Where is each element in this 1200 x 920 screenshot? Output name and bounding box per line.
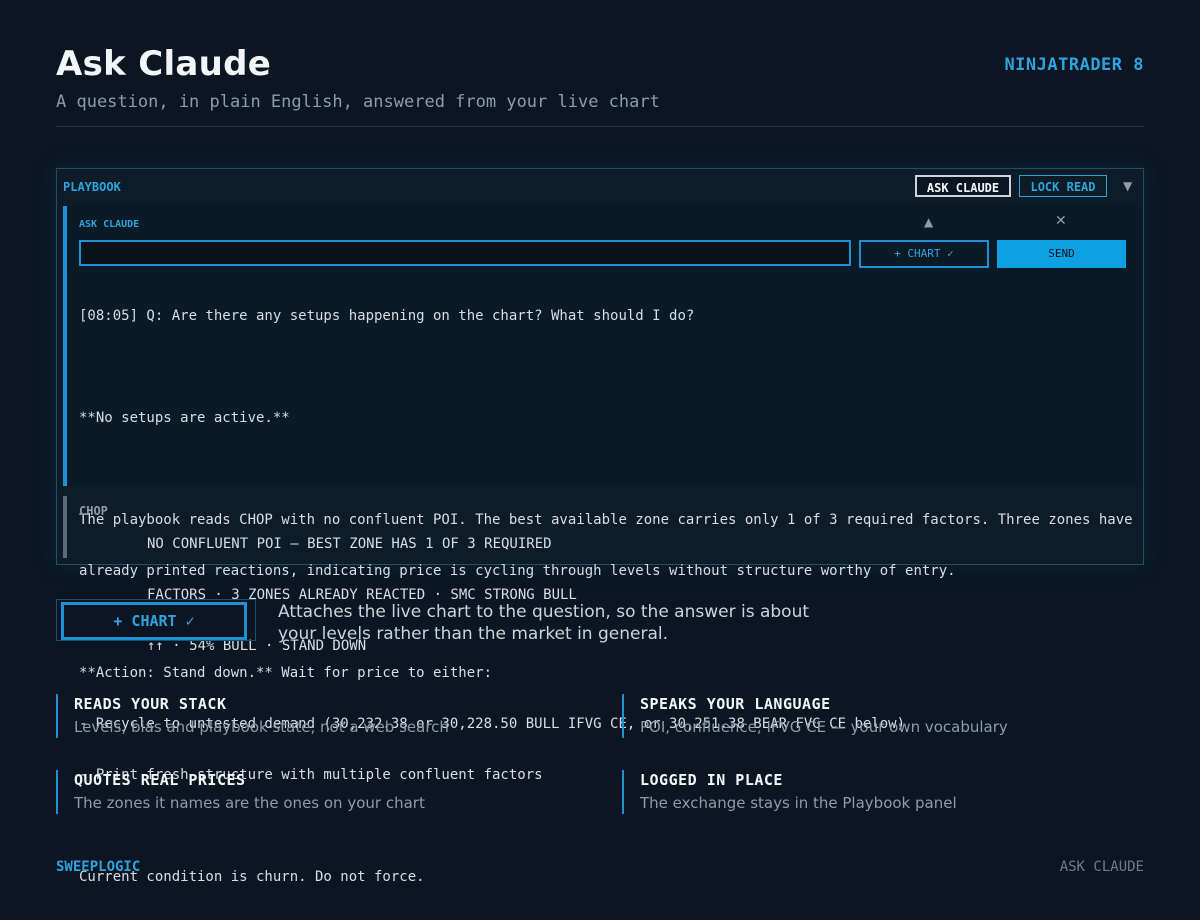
feature-title: LOGGED IN PLACE bbox=[640, 771, 783, 789]
chart-feature-button[interactable]: + CHART ✓ bbox=[61, 602, 247, 640]
send-button[interactable]: SEND bbox=[997, 240, 1126, 268]
playbook-panel: PLAYBOOK ASK CLAUDE LOCK READ ▼ ASK CLAU… bbox=[56, 168, 1144, 885]
feature-quotes-real-prices: QUOTES REAL PRICES The zones it names ar… bbox=[56, 770, 425, 814]
status-summary: NO CONFLUENT POI — BEST ZONE HAS 1 OF 3 … bbox=[147, 502, 577, 689]
feature-title: READS YOUR STACK bbox=[74, 695, 227, 713]
attach-chart-button[interactable]: + CHART ✓ bbox=[859, 240, 989, 268]
chevron-up-icon[interactable]: ▲ bbox=[924, 215, 933, 229]
status-badge: CHOP bbox=[79, 504, 108, 518]
transcript-line: Current condition is churn. Do not force… bbox=[79, 869, 425, 885]
feature-description: POI, confluence, IFVG CE — your own voca… bbox=[640, 718, 1008, 736]
feature-title: SPEAKS YOUR LANGUAGE bbox=[640, 695, 831, 713]
lock-read-button[interactable]: LOCK READ bbox=[1019, 175, 1107, 197]
status-strip bbox=[63, 496, 67, 558]
transcript-line bbox=[79, 818, 1129, 835]
feature-description: The zones it names are the ones on your … bbox=[74, 794, 425, 812]
status-line: NO CONFLUENT POI — BEST ZONE HAS 1 OF 3 … bbox=[147, 536, 552, 552]
chart-feature-description: Attaches the live chart to the question,… bbox=[278, 602, 810, 644]
feature-reads-your-stack: READS YOUR STACK Levels, bias and playbo… bbox=[56, 694, 449, 738]
question-input[interactable] bbox=[79, 240, 851, 266]
transcript-line: **No setups are active.** bbox=[79, 410, 290, 426]
ask-claude-button[interactable]: ASK CLAUDE bbox=[915, 175, 1011, 197]
footer-label: ASK CLAUDE bbox=[1059, 859, 1144, 875]
panel-header: PLAYBOOK ASK CLAUDE LOCK READ ▼ bbox=[57, 169, 1143, 206]
footer-brand: SWEEPLOGIC bbox=[56, 859, 141, 875]
feature-description: The exchange stays in the Playbook panel bbox=[640, 794, 957, 812]
feature-description: Levels, bias and playbook state, not a w… bbox=[74, 718, 449, 736]
header-divider bbox=[56, 126, 1144, 127]
feature-title: QUOTES REAL PRICES bbox=[74, 771, 246, 789]
close-icon[interactable]: ✕ bbox=[1055, 213, 1067, 229]
panel-title: PLAYBOOK bbox=[63, 180, 121, 194]
ask-section: ASK CLAUDE ▲ ✕ + CHART ✓ SEND [08:05] Q:… bbox=[63, 206, 1143, 885]
feature-speaks-your-language: SPEAKS YOUR LANGUAGE POI, confluence, IF… bbox=[622, 694, 1008, 738]
platform-label: NINJATRADER 8 bbox=[1004, 55, 1144, 75]
feature-logged-in-place: LOGGED IN PLACE The exchange stays in th… bbox=[622, 770, 957, 814]
transcript-line bbox=[79, 461, 1129, 478]
status-bar: CHOP NO CONFLUENT POI — BEST ZONE HAS 1 … bbox=[63, 496, 1133, 654]
collapse-icon[interactable]: ▼ bbox=[1123, 179, 1132, 193]
transcript-line: [08:05] Q: Are there any setups happenin… bbox=[79, 308, 695, 324]
transcript-line bbox=[79, 359, 1129, 376]
page-title: Ask Claude bbox=[56, 44, 272, 84]
ask-label: ASK CLAUDE bbox=[79, 219, 140, 230]
chart-button-frame: + CHART ✓ bbox=[56, 599, 256, 641]
page-subtitle: A question, in plain English, answered f… bbox=[56, 92, 660, 112]
